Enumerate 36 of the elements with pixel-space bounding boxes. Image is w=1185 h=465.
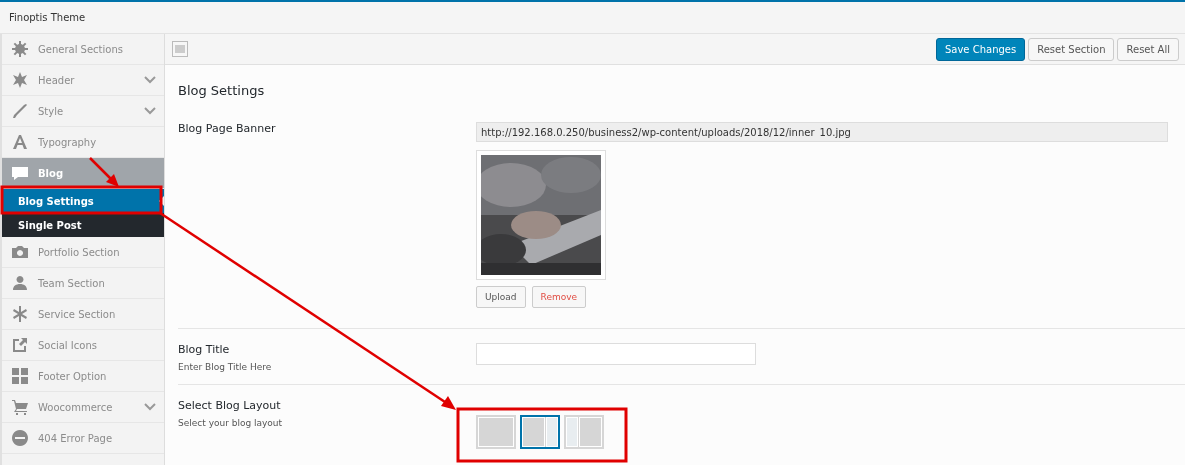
field-label: Select Blog Layout	[178, 399, 282, 412]
starburst-icon	[12, 72, 28, 88]
sidebar-item[interactable]: Woocommerce	[2, 392, 164, 423]
sidebar-item[interactable]: General Sections	[2, 34, 164, 65]
submenu-item[interactable]: Blog Settings	[2, 189, 164, 213]
cart-icon	[12, 399, 28, 415]
panel-toggle-icon[interactable]	[172, 41, 188, 57]
remove-button[interactable]: Remove	[531, 286, 587, 308]
save-button[interactable]: Save Changes	[935, 37, 1026, 61]
gear-icon	[12, 41, 28, 57]
field-label: Blog Title	[178, 343, 231, 356]
field-description: Enter Blog Title Here	[178, 362, 273, 372]
reset-button[interactable]: Reset All	[1117, 37, 1179, 61]
camera-icon	[12, 244, 28, 260]
sidebar-item[interactable]: 404 Error Page	[2, 423, 164, 454]
star-icon	[12, 306, 28, 322]
grid-icon	[12, 368, 28, 384]
upload-button[interactable]: Upload	[476, 286, 526, 308]
sidebar-item[interactable]: Header	[2, 65, 164, 96]
annotation-arrow	[89, 157, 119, 187]
person-icon	[12, 275, 28, 291]
speech-bubble-icon	[12, 165, 28, 181]
share-icon	[12, 337, 28, 353]
window-title: Finoptis Theme	[9, 12, 86, 23]
typography-icon	[12, 134, 28, 150]
url-field[interactable]: http://192.168.0.250/business2/wp-content/uploads/2018/12/inner_10.jpg	[476, 122, 1168, 142]
sidebar-item[interactable]: Footer Option	[2, 361, 164, 392]
submenu-item[interactable]: Single Post	[2, 213, 164, 237]
section-title: Blog Settings	[178, 82, 266, 100]
field-description: Select your blog layout	[178, 418, 284, 428]
input-field[interactable]	[476, 343, 756, 365]
sidebar-item[interactable]: Portfolio Section	[2, 237, 164, 268]
right-sidebar-layout-option[interactable]	[520, 415, 560, 449]
brush-icon	[12, 103, 28, 119]
field-label: Blog Page Banner	[178, 122, 277, 135]
reset-button[interactable]: Reset Section	[1028, 37, 1115, 61]
